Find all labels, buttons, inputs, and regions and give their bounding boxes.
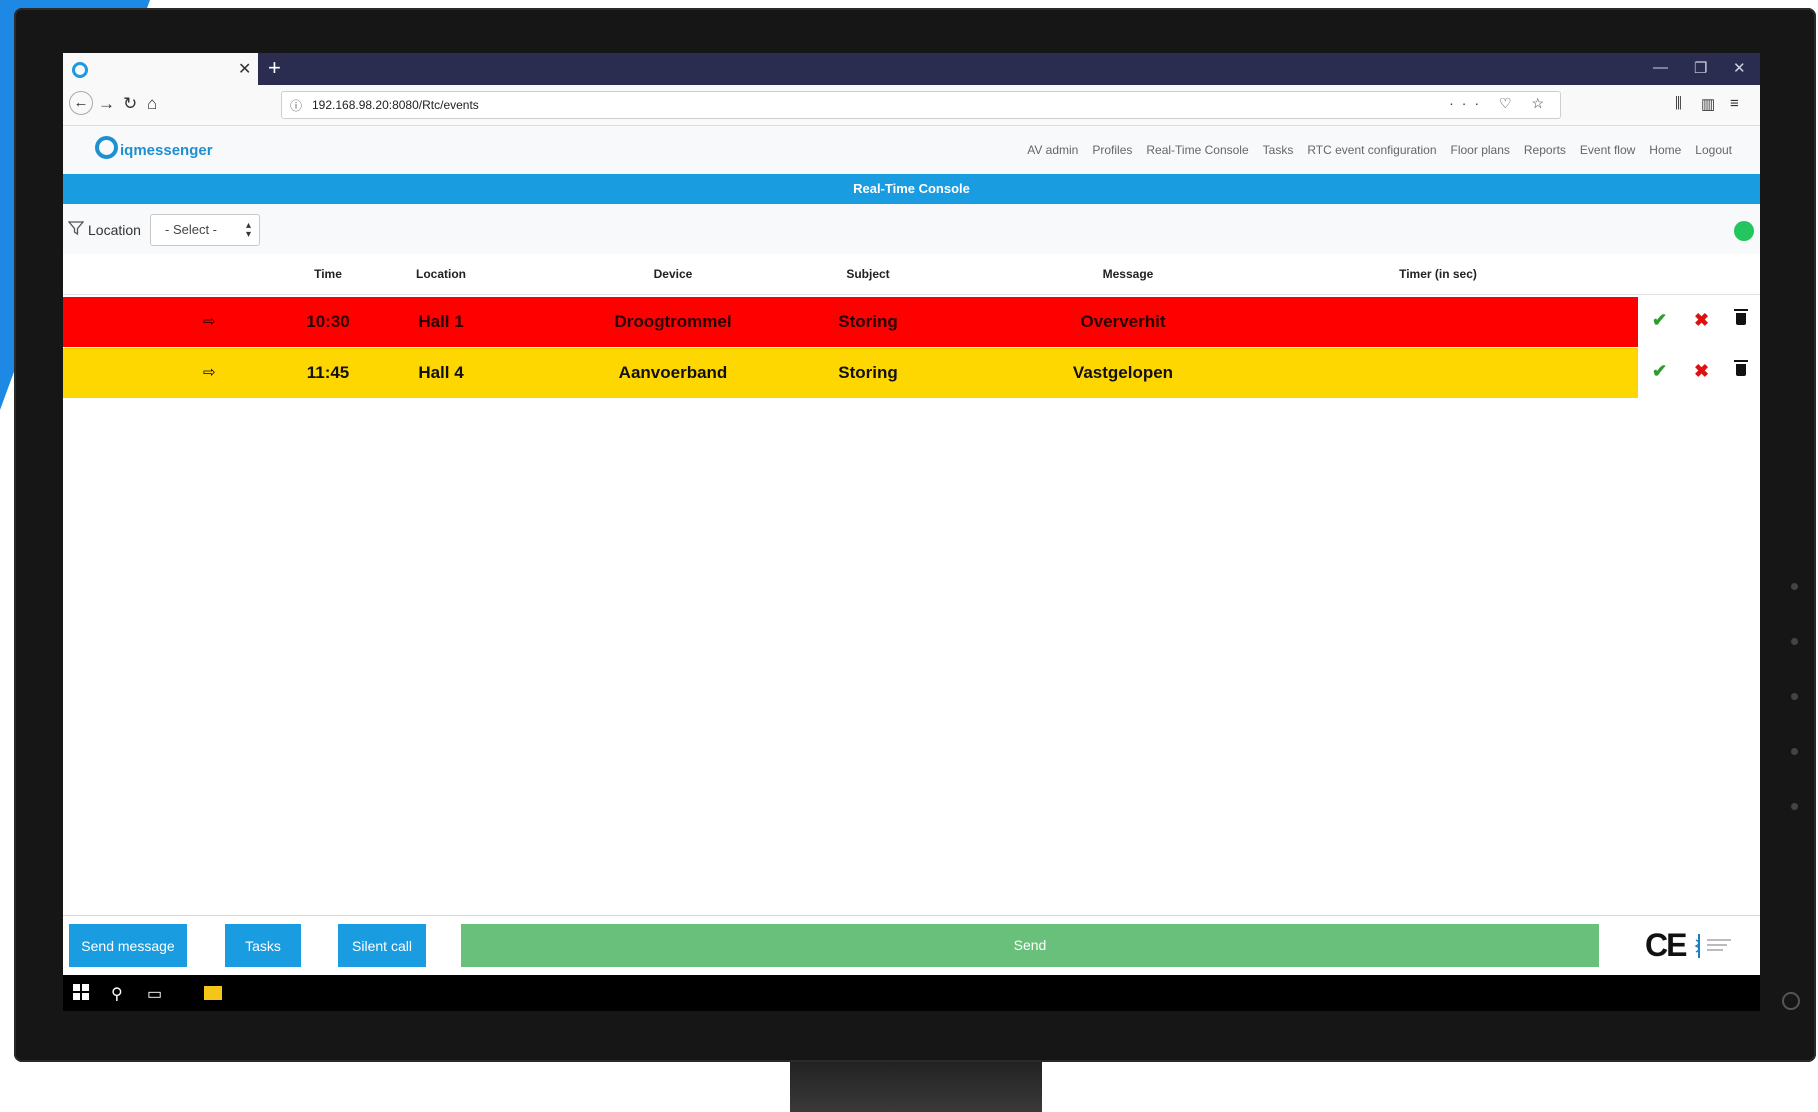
menu-item-rtc-event-configuration[interactable]: RTC event configuration [1307,143,1436,157]
reject-icon[interactable]: ✖ [1694,361,1709,382]
menu-item-floor-plans[interactable]: Floor plans [1451,143,1510,157]
home-icon[interactable]: ⌂ [147,94,157,114]
power-icon [1782,992,1800,1010]
table-row[interactable]: ⇨ 11:45 Hall 4 Aanvoerband Storing Vastg… [63,348,1638,398]
send-button[interactable]: Send [461,924,1599,967]
silent-call-button[interactable]: Silent call [338,924,426,967]
window-close-icon[interactable]: ✕ [1733,59,1746,77]
column-header-device: Device [653,267,693,281]
menu-item-real-time-console[interactable]: Real-Time Console [1146,143,1248,157]
acknowledge-icon[interactable]: ✔ [1652,310,1667,331]
restore-icon[interactable]: ❐ [1694,59,1707,77]
reload-icon[interactable]: ↻ [123,94,137,114]
minimize-icon[interactable]: — [1653,59,1668,76]
cell-time: 10:30 [306,312,350,331]
select-arrows-icon: ▴ ▾ [245,220,251,240]
menu-item-logout[interactable]: Logout [1695,143,1732,157]
monitor-button [1791,638,1798,645]
logo: iqmessenger [95,136,213,159]
column-header-location: Location [416,267,466,281]
menu-item-profiles[interactable]: Profiles [1092,143,1132,157]
info-icon[interactable]: ⓘ [290,97,302,114]
cell-message: Oververhit [1080,312,1166,331]
delete-icon[interactable] [1734,309,1748,325]
menu-icon[interactable]: ≡ [1730,95,1739,112]
browser-tab[interactable]: ✕ [63,53,258,85]
windows-start-icon[interactable] [73,984,89,1000]
search-icon[interactable]: ⚲ [111,984,123,1004]
monitor-button [1791,583,1798,590]
address-bar[interactable]: ⓘ 192.168.98.20:8080/Rtc/events ··· ♡ ☆ [281,91,1561,119]
tab-favicon-icon [72,62,88,78]
close-tab-icon[interactable]: ✕ [238,59,251,79]
forward-icon[interactable]: → [98,94,115,114]
address-bar-actions[interactable]: ··· ♡ ☆ [1449,95,1552,112]
menu-item-home[interactable]: Home [1649,143,1681,157]
location-select[interactable]: - Select - ▴ ▾ [150,214,260,246]
cell-device: Aanvoerband [618,363,728,382]
delete-icon[interactable] [1734,360,1748,376]
ce-mark: CE [1645,927,1687,963]
main-menu: AV admin Profiles Real-Time Console Task… [1027,143,1732,157]
bottom-action-bar: Send message Tasks Silent call Send CE [63,915,1760,976]
row-actions: ✔ ✖ [1638,348,1760,398]
tasks-button[interactable]: Tasks [225,924,301,967]
screen: ✕ + — ❐ ✕ ← → ↻ ⌂ ⓘ 192.168.98.20:8080/R… [63,53,1760,1011]
cell-message: Vastgelopen [1072,363,1174,382]
browser-tab-bar: ✕ + — ❐ ✕ [63,53,1760,85]
cell-location: Hall 1 [418,312,464,331]
table-header: Time Location Device Subject Message Tim… [63,254,1760,295]
column-header-time: Time [314,267,342,281]
back-icon[interactable]: ← [69,91,93,115]
filter-label: Location [88,222,141,238]
monitor-stand [790,1062,1042,1112]
monitor-button [1791,748,1798,755]
column-header-timer: Timer (in sec) [1399,267,1477,281]
monitor-button [1791,803,1798,810]
cell-device: Droogtrommel [614,312,732,331]
logo-text: iqmessenger [120,142,213,159]
app-header: iqmessenger AV admin Profiles Real-Time … [63,126,1760,174]
send-message-button[interactable]: Send message [69,924,187,967]
connection-status-dot [1734,221,1754,241]
column-header-subject: Subject [846,267,890,281]
cell-location: Hall 4 [418,363,464,382]
url-text: 192.168.98.20:8080/Rtc/events [312,98,479,112]
menu-item-av-admin[interactable]: AV admin [1027,143,1078,157]
library-icon[interactable]: ⫼ [1675,95,1682,112]
column-header-message: Message [1102,267,1154,281]
forward-event-icon[interactable]: ⇨ [203,363,216,381]
logo-ring-icon [95,136,118,159]
task-view-icon[interactable]: ▭ [147,984,162,1004]
filter-icon [68,221,84,236]
filter-bar: Location - Select - ▴ ▾ [63,204,1760,254]
row-actions: ✔ ✖ [1638,297,1760,347]
location-select-value: - Select - [165,222,218,237]
os-taskbar: ⚲ ▭ [63,975,1760,1011]
menu-item-tasks[interactable]: Tasks [1263,143,1294,157]
browser-nav-bar: ← → ↻ ⌂ ⓘ 192.168.98.20:8080/Rtc/events … [63,85,1760,126]
acknowledge-icon[interactable]: ✔ [1652,361,1667,382]
forward-event-icon[interactable]: ⇨ [203,312,216,330]
table-row[interactable]: ⇨ 10:30 Hall 1 Droogtrommel Storing Over… [63,297,1638,347]
menu-item-event-flow[interactable]: Event flow [1580,143,1635,157]
cell-subject: Storing [838,363,898,382]
new-tab-icon[interactable]: + [268,55,281,81]
cell-subject: Storing [838,312,898,331]
menu-item-reports[interactable]: Reports [1524,143,1566,157]
file-explorer-icon[interactable] [204,986,222,1000]
reject-icon[interactable]: ✖ [1694,310,1709,331]
cell-time: 11:45 [306,363,350,382]
monitor-button [1791,693,1798,700]
medical-device-logo-icon [1694,934,1731,958]
sidebar-icon[interactable]: ▥ [1701,95,1715,113]
page-title: Real-Time Console [63,174,1760,204]
